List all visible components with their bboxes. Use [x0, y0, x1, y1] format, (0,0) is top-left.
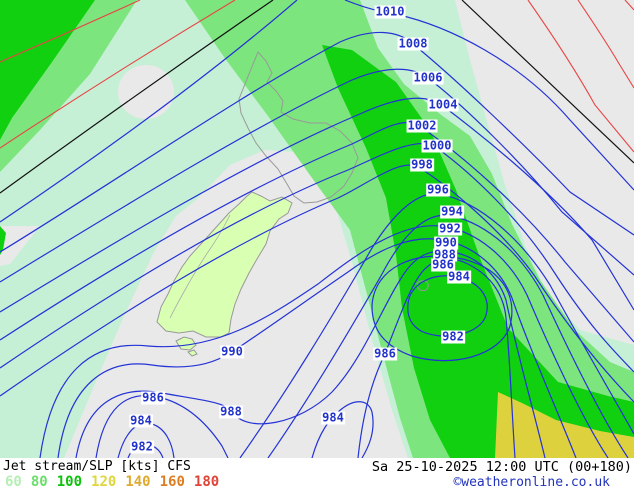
scale-value-80: 80 [30, 474, 48, 490]
jet-speed-scale: 60 80 100 120 140 160 180 [5, 474, 228, 490]
copyright-link[interactable]: ©weatheronline.co.uk [453, 475, 610, 490]
valid-datetime: Sa 25-10-2025 12:00 UTC (00+180) [371, 459, 632, 475]
scale-value-140: 140 [125, 474, 151, 490]
product-title: Jet stream/SLP [kts] CFS [3, 459, 191, 474]
map-canvas[interactable]: 1010 1008 1006 1004 1002 1000 998 996 994 992 990 9… [0, 0, 634, 458]
gray-gap-blob [118, 65, 174, 119]
scale-value-120: 120 [91, 474, 117, 490]
legend-bar: Jet stream/SLP [kts] CFS Sa 25-10-2025 1… [0, 458, 634, 490]
scale-value-160: 160 [159, 474, 185, 490]
scale-value-100: 100 [56, 474, 83, 490]
scale-value-60: 60 [5, 474, 22, 490]
scale-value-180: 180 [193, 474, 220, 490]
weather-map-app: 1010 1008 1006 1004 1002 1000 998 996 994 992 990 9… [0, 0, 634, 490]
